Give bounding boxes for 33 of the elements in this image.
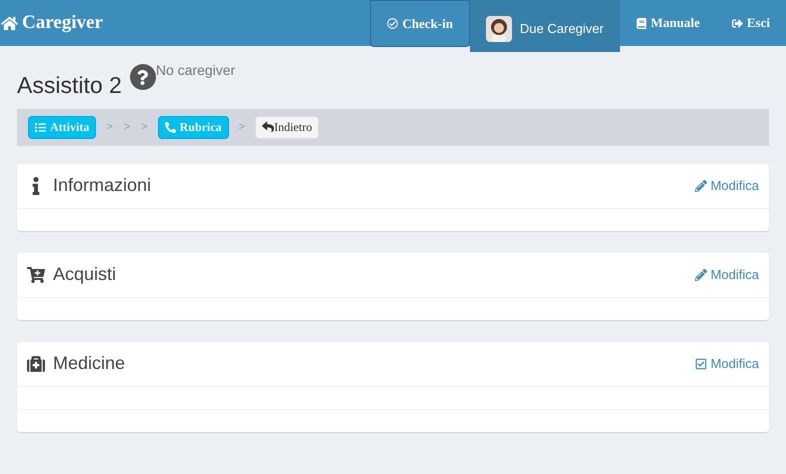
breadcrumb-separator: > [122,120,132,135]
panel-title: Informazioni [53,174,152,197]
checkbox-icon [694,358,707,370]
edit-link[interactable]: Modifica [694,264,759,284]
book-icon [636,18,647,28]
nav-item[interactable]: Due Caregiver [470,0,620,52]
phone-icon [164,122,176,132]
list-icon [35,122,46,132]
edit-link[interactable]: Modifica [694,354,759,374]
question-icon [130,64,156,90]
breadcrumb-button[interactable]: Attivita [28,116,96,138]
breadcrumb-separator: > [140,120,149,135]
nav-item[interactable]: Check-in [370,0,470,47]
panel-title: Acquisti [53,263,116,286]
pencil-icon [694,268,707,280]
page-title: Assistito 2 [17,71,122,100]
caregiver-status: No caregiver [156,61,236,80]
cart-icon [27,266,45,284]
breadcrumb-button[interactable]: Rubrica [158,116,229,138]
medkit-icon [27,354,45,372]
panel-title: Medicine [53,352,126,375]
sign-out-icon [732,18,743,28]
brand-link[interactable]: Caregiver [0,8,103,38]
back-button[interactable]: Indietro [255,116,320,138]
reply-arrow-icon [262,121,274,133]
edit-link[interactable]: Modifica [694,176,759,196]
breadcrumb-separator: > [238,120,246,135]
nav-item[interactable]: Manuale [620,0,716,46]
home-icon [1,14,18,32]
breadcrumb-separator: > [105,120,114,135]
nav-item[interactable]: Esci [716,0,786,46]
pencil-icon [694,180,707,192]
avatar-icon [486,16,512,42]
